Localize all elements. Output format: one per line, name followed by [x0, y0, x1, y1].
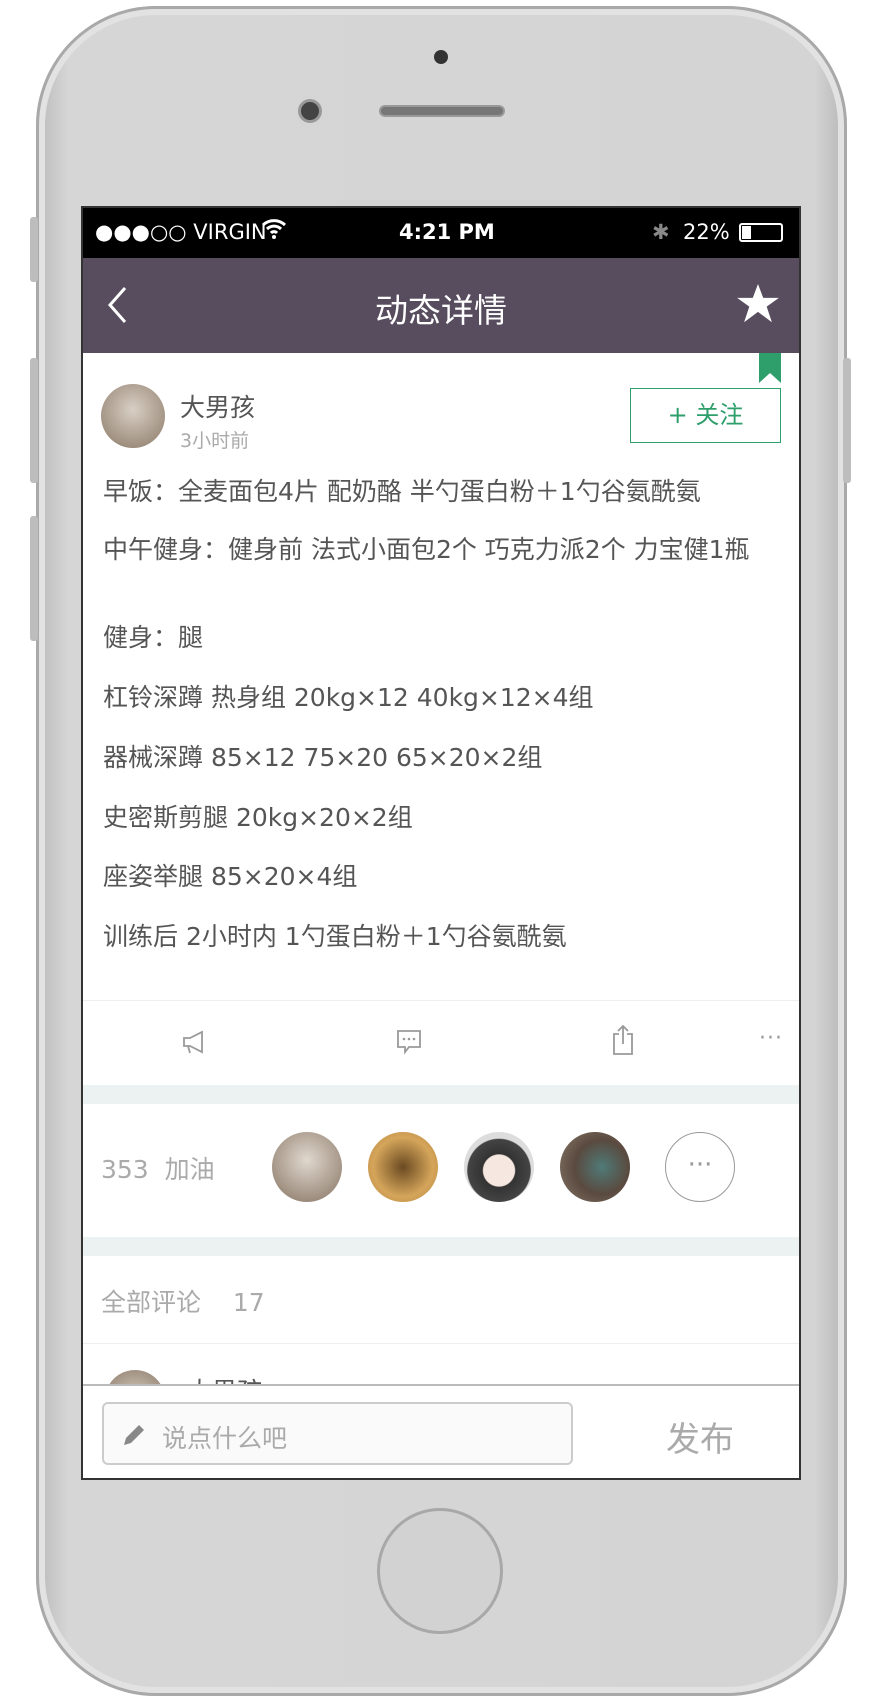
proximity-sensor [434, 50, 448, 64]
wifi-icon [261, 216, 287, 245]
favorite-button[interactable] [737, 284, 779, 328]
likes-count: 353 加油 [101, 1150, 215, 1186]
volume-up-button [30, 358, 38, 483]
volume-down-button [30, 516, 38, 641]
liker-avatar[interactable] [272, 1132, 342, 1202]
divider [83, 1343, 799, 1344]
post-line: 杠铃深蹲 热身组 20kg×12 40kg×12×4组 [103, 683, 594, 712]
likes-label: 加油 [164, 1155, 215, 1184]
author-avatar[interactable] [101, 384, 165, 448]
nav-bar: 动态详情 [83, 258, 799, 353]
post-line: 中午健身：健身前 法式小面包2个 巧克力派2个 力宝健1瓶 [103, 535, 750, 564]
post-line: 座姿举腿 85×20×4组 [103, 862, 358, 891]
liker-avatar[interactable] [464, 1132, 534, 1202]
speaker [379, 105, 505, 117]
home-button[interactable] [377, 1508, 503, 1634]
follow-button[interactable]: + 关注 [630, 388, 781, 443]
post-time: 3小时前 [180, 430, 250, 452]
composer-bar: 说点什么吧 发布 [83, 1384, 799, 1478]
comment-placeholder: 说点什么吧 [162, 1424, 288, 1453]
liker-avatar[interactable] [560, 1132, 630, 1202]
post-line: 早饭：全麦面包4片 配奶酪 半勺蛋白粉＋1勺谷氨酰氨 [103, 477, 701, 506]
more-likers-button[interactable]: ··· [665, 1132, 735, 1202]
more-icon[interactable]: ··· [759, 1026, 783, 1051]
mute-switch [30, 217, 38, 282]
post-line: 史密斯剪腿 20kg×20×2组 [103, 803, 413, 832]
comment-icon[interactable] [395, 1028, 423, 1056]
power-button [843, 358, 851, 483]
front-camera [298, 99, 322, 123]
bluetooth-icon: ✱ [652, 220, 670, 244]
bookmark-icon [759, 353, 781, 383]
clock: 4:21 PM [399, 220, 495, 244]
author-name[interactable]: 大男孩 [180, 388, 255, 424]
post-line: 健身：腿 [103, 623, 204, 652]
star-icon [737, 284, 779, 323]
post-line: 训练后 2小时内 1勺蛋白粉＋1勺谷氨酰氨 [103, 922, 567, 951]
comments-label: 全部评论 [101, 1288, 202, 1317]
post-line: 器械深蹲 85×12 75×20 65×20×2组 [103, 743, 543, 772]
section-separator [83, 1085, 799, 1104]
comment-input[interactable]: 说点什么吧 [102, 1402, 573, 1465]
share-icon[interactable] [609, 1024, 637, 1056]
pencil-icon [124, 1425, 144, 1445]
comments-count: 17 [232, 1288, 265, 1317]
section-separator [83, 1237, 799, 1256]
screen: ●●●○○ VIRGIN 4:21 PM ✱ 22% 动态详情 大男孩 3小时前… [81, 206, 801, 1480]
carrier: ●●●○○ VIRGIN [95, 220, 267, 244]
megaphone-icon[interactable] [181, 1028, 209, 1056]
publish-button[interactable]: 发布 [666, 1412, 734, 1461]
battery-icon [739, 223, 783, 242]
liker-avatar[interactable] [368, 1132, 438, 1202]
page-title: 动态详情 [375, 291, 507, 330]
battery-percent: 22% [683, 220, 730, 244]
comments-header: 全部评论 17 [101, 1283, 265, 1319]
likes-number: 353 [101, 1155, 149, 1184]
status-bar: ●●●○○ VIRGIN 4:21 PM ✱ 22% [83, 208, 799, 258]
divider [83, 1000, 799, 1001]
